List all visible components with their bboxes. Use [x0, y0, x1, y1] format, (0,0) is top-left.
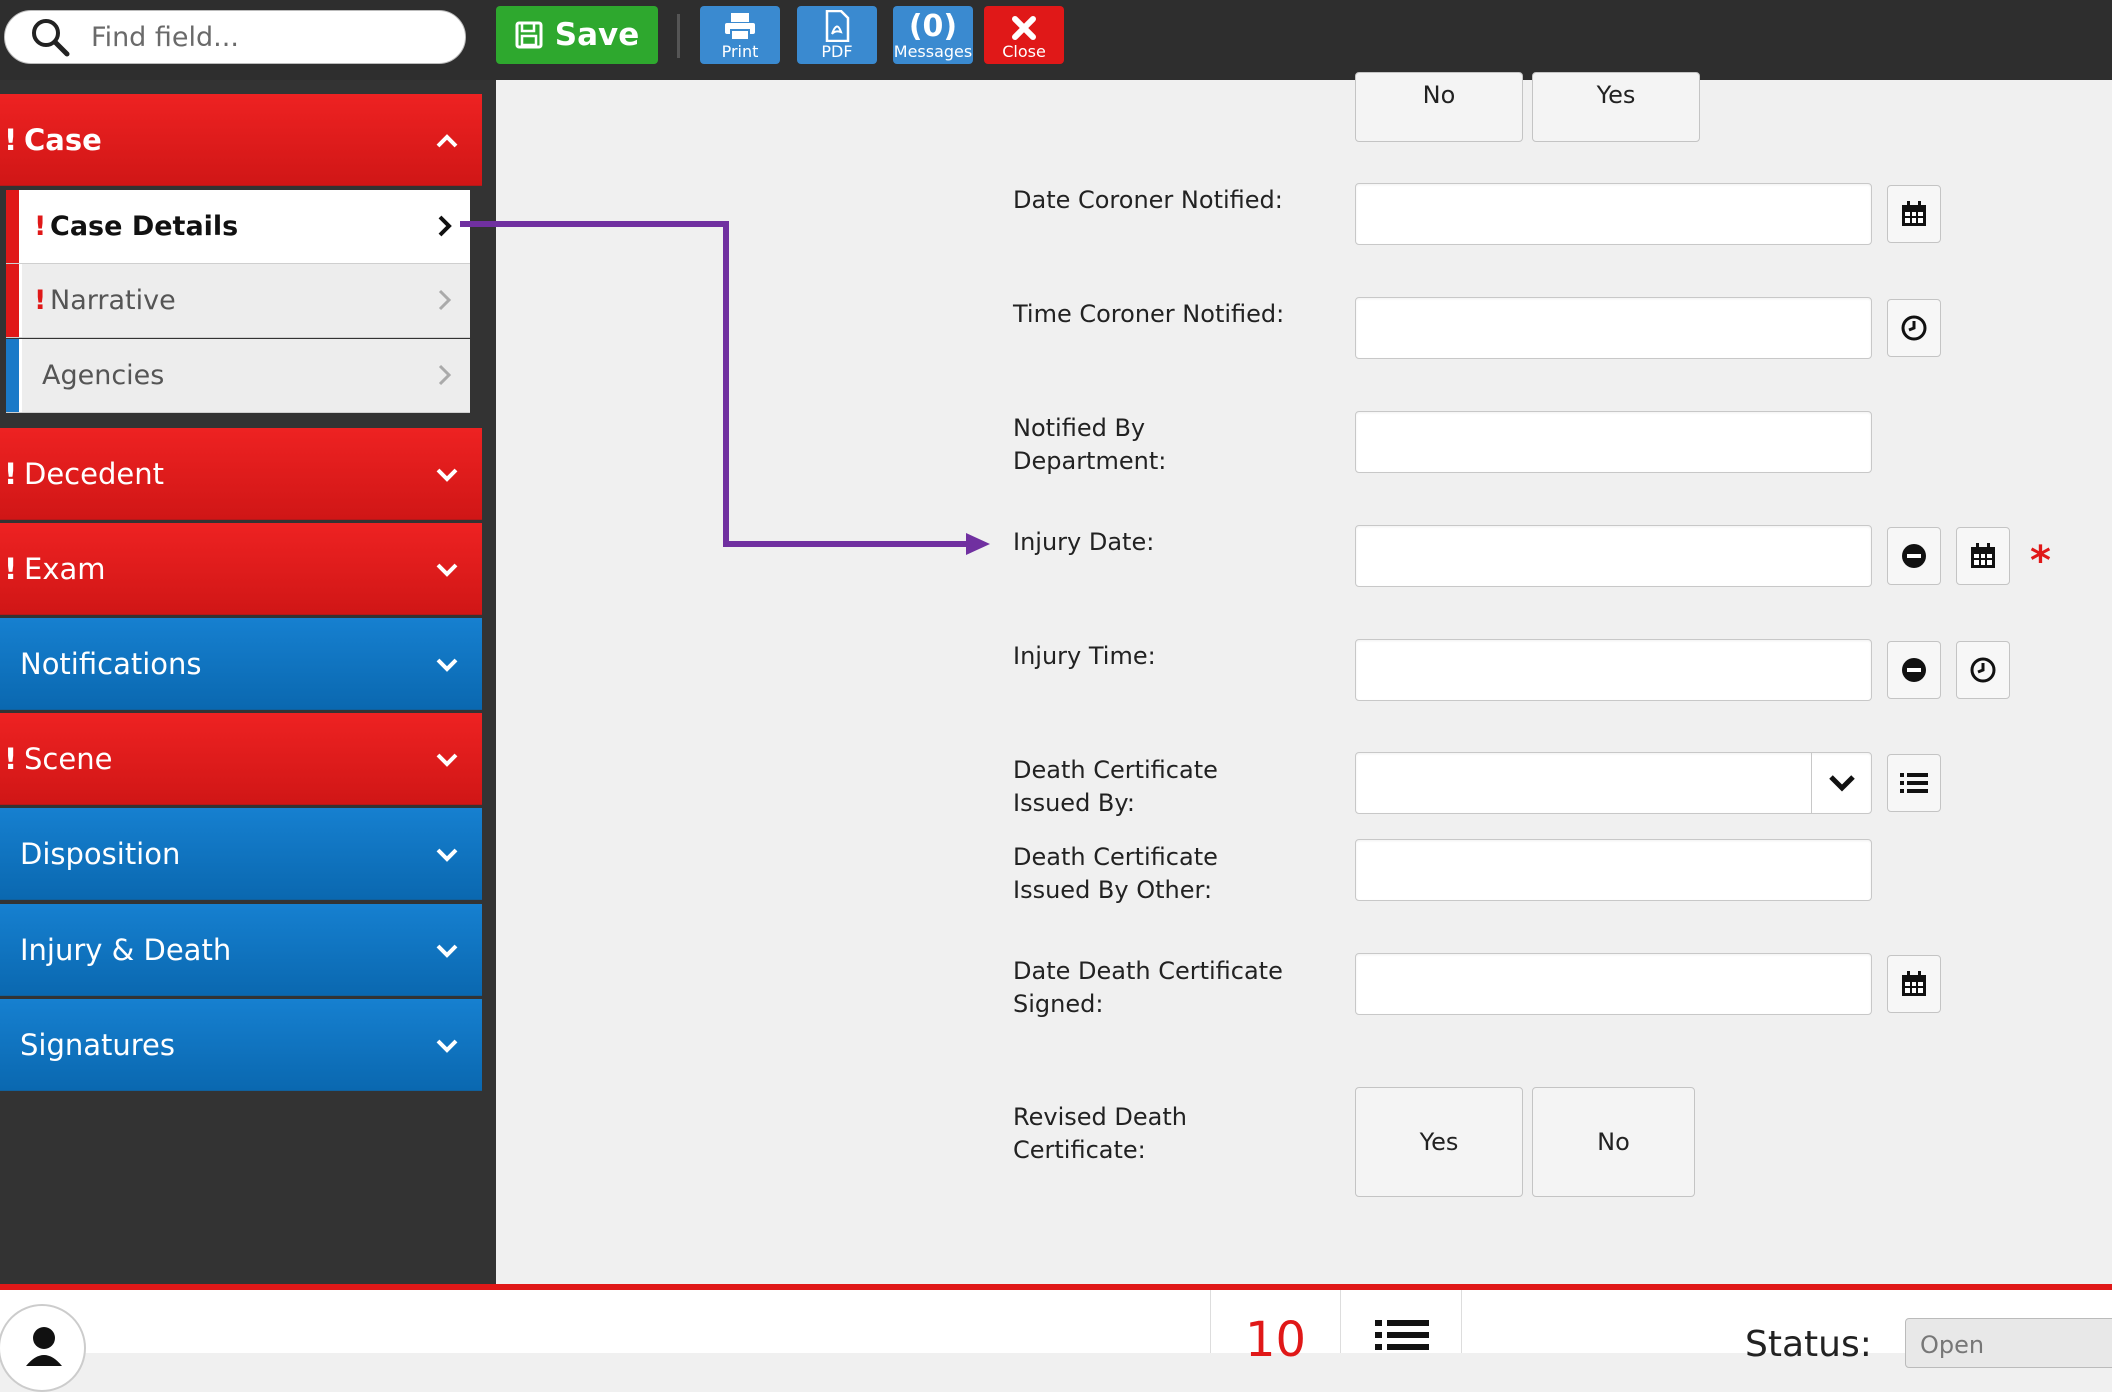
clear-injury-time-button[interactable] [1887, 641, 1941, 699]
field-label-line: Death Certificate [1013, 843, 1218, 871]
minus-circle-icon [1902, 544, 1926, 568]
revised-yes-button[interactable]: Yes [1355, 1087, 1523, 1197]
list-button[interactable] [1887, 754, 1941, 812]
notified-by-department-input[interactable] [1355, 411, 1872, 473]
dropdown-toggle[interactable] [1811, 752, 1872, 814]
field-label-line: Injury Time: [1013, 642, 1156, 670]
status-label: Status: [1745, 1324, 1872, 1365]
clock-icon [1901, 315, 1927, 341]
field-label-date-death-certificate-signed: Date Death Certificate Signed: [1013, 955, 1283, 1021]
field-label-time-coroner-notified: Time Coroner Notified: [1013, 298, 1284, 331]
top-no-button-label: No [1422, 81, 1456, 109]
record-count: 10 [1245, 1312, 1307, 1368]
date-picker-button[interactable] [1887, 185, 1941, 243]
clear-injury-date-button[interactable] [1887, 527, 1941, 585]
field-label-injury-date: Injury Date: [1013, 526, 1154, 559]
field-label-line: Notified By [1013, 414, 1146, 442]
required-marker: * [2030, 538, 2051, 584]
field-label-death-certificate-issued-by-other: Death Certificate Issued By Other: [1013, 841, 1218, 907]
field-label-line: Department: [1013, 447, 1167, 475]
injury-time-input[interactable] [1355, 639, 1872, 701]
list-icon [1900, 773, 1928, 793]
clock-icon [1970, 657, 1996, 683]
revised-no-button[interactable]: No [1532, 1087, 1695, 1197]
field-label-date-coroner-notified: Date Coroner Notified: [1013, 184, 1283, 217]
user-icon [26, 1327, 62, 1366]
field-label-death-certificate-issued-by: Death Certificate Issued By: [1013, 754, 1218, 820]
status-field[interactable]: Open [1905, 1318, 2112, 1368]
field-label-line: Revised Death [1013, 1103, 1187, 1131]
top-yes-button[interactable]: Yes [1532, 72, 1700, 142]
injury-date-input[interactable] [1355, 525, 1872, 587]
revised-no-button-label: No [1597, 1128, 1630, 1156]
field-label-line: Issued By Other: [1013, 876, 1213, 904]
field-label-notified-by-department: Notified By Department: [1013, 412, 1166, 478]
field-label-line: Date Coroner Notified: [1013, 186, 1283, 214]
time-picker-button[interactable] [1956, 641, 2010, 699]
field-label-line: Signed: [1013, 990, 1104, 1018]
date-coroner-notified-input[interactable] [1355, 183, 1872, 245]
field-label-line: Date Death Certificate [1013, 957, 1283, 985]
time-picker-button[interactable] [1887, 299, 1941, 357]
death-certificate-issued-by-select[interactable] [1355, 752, 1872, 814]
date-picker-button[interactable] [1887, 955, 1941, 1013]
calendar-icon [1902, 971, 1926, 996]
calendar-icon [1971, 543, 1995, 568]
field-label-revised-death-certificate: Revised Death Certificate: [1013, 1101, 1187, 1167]
field-label-line: Death Certificate [1013, 756, 1218, 784]
revised-yes-button-label: Yes [1419, 1128, 1459, 1156]
list-icon [1375, 1320, 1429, 1350]
field-label-injury-time: Injury Time: [1013, 640, 1156, 673]
death-certificate-issued-by-other-input[interactable] [1355, 839, 1872, 901]
date-death-certificate-signed-input[interactable] [1355, 953, 1872, 1015]
date-picker-button[interactable] [1956, 527, 2010, 585]
field-label-line: Issued By: [1013, 789, 1135, 817]
time-coroner-notified-input[interactable] [1355, 297, 1872, 359]
field-label-line: Time Coroner Notified: [1013, 300, 1285, 328]
user-avatar[interactable] [0, 1304, 86, 1392]
calendar-icon [1902, 201, 1926, 226]
field-label-line: Certificate: [1013, 1136, 1146, 1164]
list-panel[interactable] [1340, 1290, 1462, 1353]
chevron-down-icon [1829, 775, 1855, 792]
field-label-line: Injury Date: [1013, 528, 1155, 556]
top-yes-button-label: Yes [1596, 81, 1636, 109]
top-no-button[interactable]: No [1355, 72, 1523, 142]
minus-circle-icon [1902, 658, 1926, 682]
